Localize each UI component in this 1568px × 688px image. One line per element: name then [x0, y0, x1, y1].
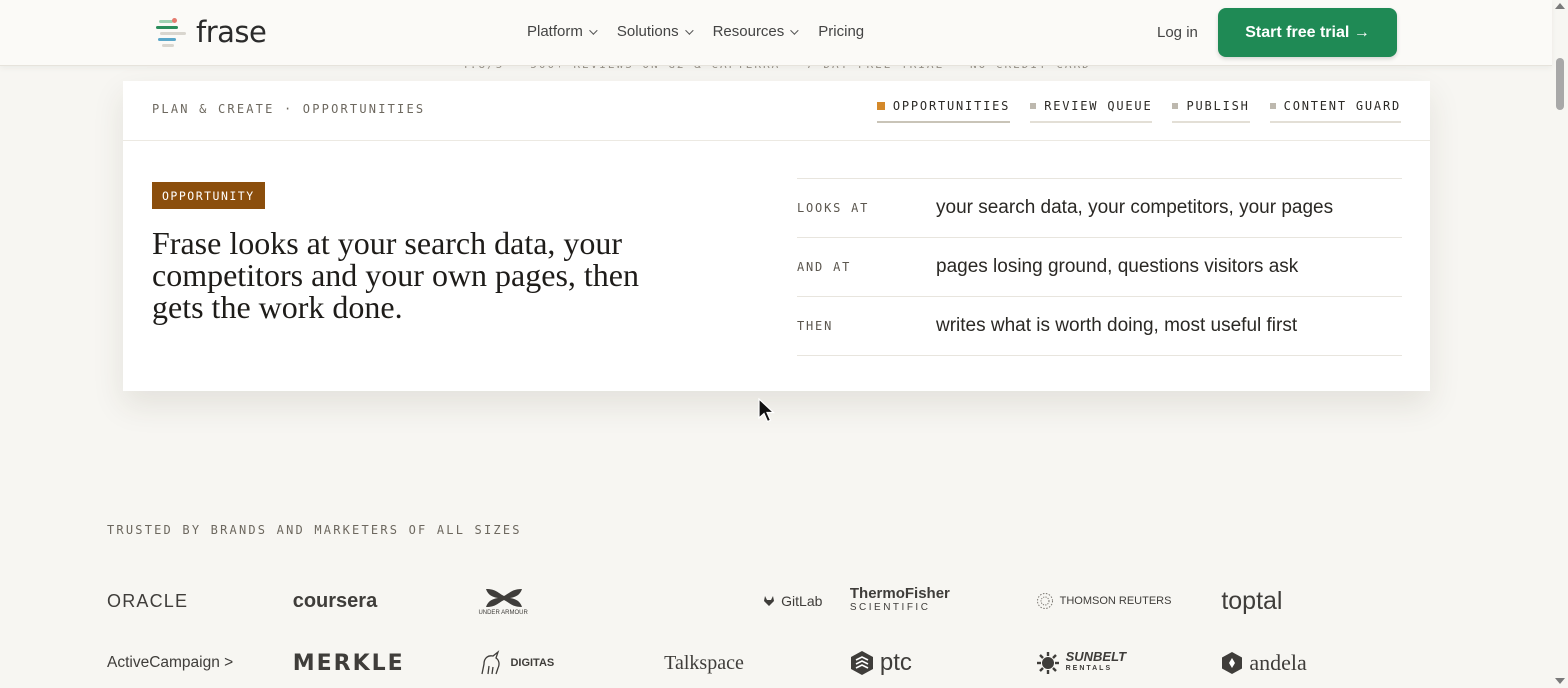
card-tabs: OPPORTUNITIES REVIEW QUEUE PUBLISH CONTE…	[876, 99, 1401, 123]
oracle-logo: ORACLE	[107, 591, 293, 612]
tab-label: PUBLISH	[1186, 99, 1250, 113]
sunbelt-sun-icon	[1036, 652, 1059, 674]
tab-label: CONTENT GUARD	[1283, 99, 1401, 113]
nav-solutions-label: Solutions	[616, 23, 679, 40]
chevron-down-icon	[589, 25, 598, 35]
row-value: pages losing ground, questions visitors …	[936, 256, 1299, 277]
tab-opportunities[interactable]: OPPORTUNITIES	[876, 99, 1011, 123]
coursera-text: coursera	[292, 589, 378, 612]
row-value: your search data, your competitors, your…	[936, 197, 1334, 218]
top-nav-bar: frase Platform Solutions Resources Prici…	[0, 0, 1552, 66]
chevron-down-icon	[790, 25, 799, 35]
page-scrollbar[interactable]	[1552, 0, 1568, 688]
sunbelt-logo: SUNBELT RENTALS	[1036, 649, 1222, 675]
frase-logo[interactable]: frase	[156, 14, 267, 50]
activecampaign-logo: ActiveCampaign >	[107, 654, 293, 672]
opportunity-badge: OPPORTUNITY	[152, 182, 265, 209]
tab-label: REVIEW QUEUE	[1044, 99, 1153, 113]
row-key: THEN	[797, 319, 834, 333]
scroll-up-arrow-icon[interactable]	[1555, 3, 1565, 9]
thermo-fisher-logo: ThermoFisher SCIENTIFIC	[849, 585, 1036, 614]
nav-platform[interactable]: Platform	[527, 23, 598, 40]
scroll-down-arrow-icon[interactable]	[1555, 678, 1565, 684]
digitas-logo: DIGITAS	[478, 650, 664, 676]
arrow-cursor-icon	[758, 398, 776, 423]
info-row: THEN writes what is worth doing, most us…	[797, 297, 1402, 356]
tab-content-guard[interactable]: CONTENT GUARD	[1269, 99, 1401, 123]
coursera-logo: coursera	[293, 590, 479, 613]
digitas-unicorn-icon	[481, 650, 501, 675]
start-free-trial-button[interactable]: Start free trial →	[1218, 8, 1397, 57]
row-value: writes what is worth doing, most useful …	[936, 315, 1298, 336]
square-icon	[1030, 103, 1037, 109]
thermo-fisher-subtext: SCIENTIFIC	[849, 602, 931, 613]
nav-pricing[interactable]: Pricing	[818, 23, 864, 40]
card-headline: Frase looks at your search data, your co…	[152, 225, 639, 325]
tab-label: OPPORTUNITIES	[892, 99, 1011, 113]
andela-text: andela	[1249, 650, 1307, 675]
digitas-text: DIGITAS	[510, 657, 555, 669]
row-key: LOOKS AT	[797, 201, 870, 215]
chevron-down-icon	[684, 25, 694, 35]
nav-resources[interactable]: Resources	[712, 23, 799, 40]
reuters-dots-icon	[1036, 593, 1053, 609]
merkle-text: MERKLE	[292, 650, 405, 676]
under-armour-logo: UNDER ARMOUR	[478, 587, 664, 616]
active-square-icon	[876, 102, 885, 110]
activecampaign-text: ActiveCampaign >	[107, 654, 234, 671]
toptal-text: toptal	[1221, 586, 1283, 615]
tab-publish[interactable]: PUBLISH	[1172, 99, 1250, 123]
gitlab-logo: GitLab	[664, 593, 850, 609]
thomson-reuters-text: THOMSON REUTERS	[1059, 595, 1172, 607]
nav-solutions[interactable]: Solutions	[616, 23, 694, 40]
nav-platform-label: Platform	[527, 23, 583, 40]
main-nav: Platform Solutions Resources Pricing	[527, 23, 864, 40]
card-header: PLAN & CREATE · OPPORTUNITIES OPPORTUNIT…	[123, 81, 1430, 141]
andela-hexagon-icon	[1222, 652, 1243, 674]
info-row: AND AT pages losing ground, questions vi…	[797, 238, 1402, 297]
talkspace-logo: Talkspace	[664, 652, 850, 675]
ptc-text: ptc	[879, 649, 912, 676]
scrollbar-thumb[interactable]	[1556, 58, 1564, 110]
nav-resources-label: Resources	[712, 23, 785, 40]
logo-row: ORACLE coursera UNDER ARMOUR GitLab Ther…	[107, 570, 1407, 632]
andela-logo: andela	[1221, 650, 1407, 676]
sunbelt-text: SUNBELT	[1065, 649, 1127, 664]
oracle-text: ORACLE	[107, 590, 189, 611]
talkspace-text: Talkspace	[664, 651, 744, 674]
brand-logos: ORACLE coursera UNDER ARMOUR GitLab Ther…	[107, 570, 1407, 688]
square-icon	[1172, 103, 1179, 109]
row-key: AND AT	[797, 260, 852, 274]
frase-logo-mark-icon	[156, 15, 190, 49]
logo-text: frase	[196, 15, 267, 49]
ptc-logo: ptc	[850, 649, 1036, 677]
logo-row: ActiveCampaign > MERKLE DIGITAS Talkspac…	[107, 632, 1407, 688]
ptc-mark-icon	[850, 651, 873, 675]
thomson-reuters-logo: THOMSON REUTERS	[1036, 592, 1222, 610]
gitlab-text: GitLab	[781, 593, 823, 609]
sunbelt-subtext: RENTALS	[1065, 665, 1113, 672]
trusted-heading: TRUSTED BY BRANDS AND MARKETERS OF ALL S…	[107, 523, 522, 537]
breadcrumb: PLAN & CREATE · OPPORTUNITIES	[152, 102, 426, 116]
gitlab-fox-icon	[764, 596, 775, 606]
merkle-logo: MERKLE	[293, 651, 479, 676]
opportunities-card: PLAN & CREATE · OPPORTUNITIES OPPORTUNIT…	[123, 81, 1430, 391]
info-rows: LOOKS AT your search data, your competit…	[797, 178, 1402, 356]
square-icon	[1269, 103, 1276, 109]
under-armour-text: UNDER ARMOUR	[478, 609, 528, 616]
under-armour-mark-icon	[486, 588, 523, 607]
thermo-fisher-text: ThermoFisher	[849, 585, 950, 602]
login-link[interactable]: Log in	[1157, 24, 1198, 41]
info-row: LOOKS AT your search data, your competit…	[797, 179, 1402, 238]
nav-pricing-label: Pricing	[818, 23, 865, 40]
toptal-logo: toptal	[1221, 587, 1407, 616]
tab-review-queue[interactable]: REVIEW QUEUE	[1030, 99, 1153, 123]
